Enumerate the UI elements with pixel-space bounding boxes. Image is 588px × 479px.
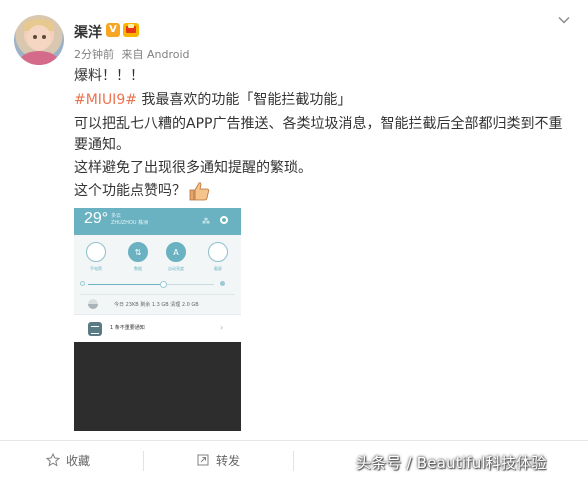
data-toggle-icon: ⇅ [128,242,148,262]
forward-button[interactable]: 转发 [196,452,240,470]
post-text-fragment: 这个功能点赞吗？ [74,183,186,199]
post-time[interactable]: 2分钟前 [74,48,114,61]
gear-icon [220,216,228,224]
notification-folder-icon [88,322,102,336]
verified-badge-icon: V [106,23,120,37]
post-image[interactable]: 29° 多云 ZHUZHOU 株洲 ⁂ ⇅ A 手电筒 数据 自动亮度 截屏 今… [74,208,241,431]
flashlight-toggle-icon [86,242,106,262]
divider [293,451,294,471]
post-text-line: 要通知。 [74,137,130,153]
chevron-down-icon[interactable] [558,14,570,26]
memory-icon [88,299,98,309]
toggle-label: 数据 [134,266,142,271]
thumbs-up-icon [188,181,210,201]
toggle-label: 自动亮度 [168,266,184,271]
forward-label: 转发 [216,454,241,468]
notification-text: 1 条不重要通知 [110,325,145,331]
post-text-line: 爆料！！！ [74,68,144,84]
toggle-label: 截屏 [214,266,222,271]
divider [80,294,235,295]
weibo-post: 渠洋 V 2分钟前 来自 Android 爆料！！！ #MIUI9# 我最喜欢的… [0,0,588,440]
weather-location: 多云 ZHUZHOU 株洲 [111,213,148,227]
notification-row: 1 条不重要通知 › [74,314,241,342]
post-text-line: 可以把乱七八糟的APP广告推送、各类垃圾消息，智能拦截后全部都归类到不重 [74,116,563,132]
memory-status: 今日 23KB 剩余 1.3 GB 清理 2.0 GB [114,302,199,308]
post-text-fragment: 我最喜欢的功能「智能拦截功能」 [141,92,352,108]
auto-brightness-toggle-icon: A [166,242,186,262]
weather-condition: 多云 [111,213,122,219]
toggle-label: 手电筒 [90,266,102,271]
brightness-slider [88,281,214,288]
favorite-button[interactable]: 收藏 [45,452,91,470]
username[interactable]: 渠洋 [74,22,102,42]
post-meta: 2分钟前 来自 Android [74,46,190,62]
star-icon [45,452,61,470]
post-source: 来自 Android [121,48,190,61]
post-text-line: #MIUI9# 我最喜欢的功能「智能拦截功能」 [74,90,574,110]
favorite-label: 收藏 [66,454,91,468]
member-badge-icon [123,23,139,37]
watermark: 头条号 / Beautiful科技体验 [356,454,547,472]
user-avatar[interactable] [14,15,64,65]
divider [143,451,144,471]
forward-icon [196,453,210,470]
weather-temperature: 29° [84,210,109,227]
post-text-line: 这样避免了出现很多通知提醒的繁琐。 [74,160,312,176]
post-text-line: 这个功能点赞吗？ [74,181,574,201]
grid-icon: ⁂ [202,217,210,226]
weather-city: ZHUZHOU 株洲 [111,220,149,226]
screenshot-toggle-icon [208,242,228,262]
topic-tag[interactable]: #MIUI9# [74,92,137,108]
brightness-high-icon [220,281,225,286]
chevron-right-icon: › [220,323,224,332]
brightness-low-icon [80,281,85,286]
